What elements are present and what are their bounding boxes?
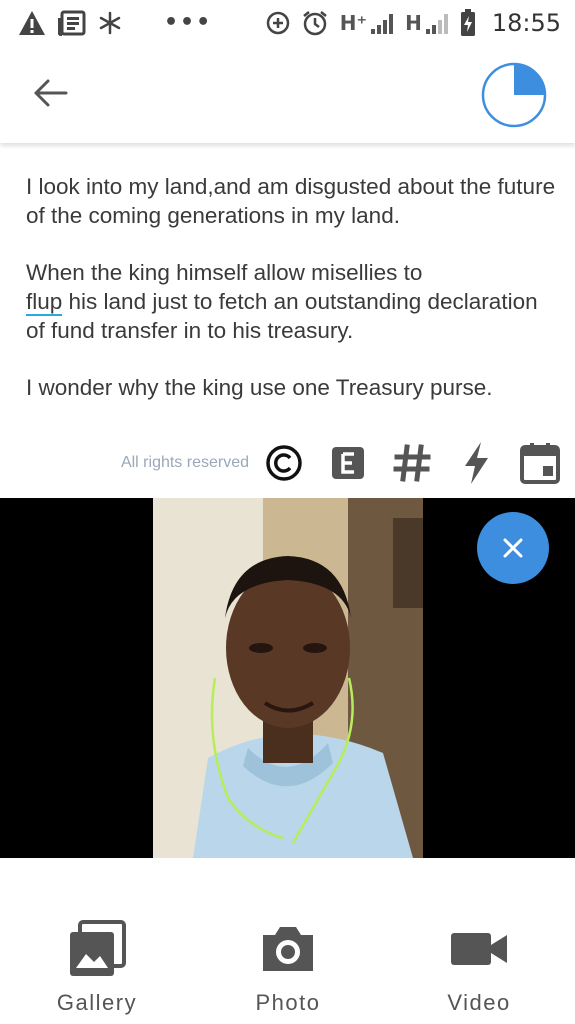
network-type-1: H⁺ [339, 10, 368, 35]
schedule-button[interactable] [519, 442, 561, 484]
spellcheck-word[interactable]: flup [26, 289, 63, 316]
flash-button[interactable] [455, 442, 497, 484]
network-type-2: H [405, 10, 422, 35]
video-button[interactable]: Video [404, 918, 554, 1024]
status-bar: ••• H⁺ H 18:55 [0, 0, 575, 45]
post-paragraph-2-rest: his land just to fetch an outstanding de… [26, 289, 538, 343]
progress-fill [514, 64, 545, 95]
calendar-icon [520, 443, 560, 484]
news-icon [58, 10, 86, 36]
media-source-bar: Gallery Photo Video [0, 918, 575, 1024]
video-label: Video [447, 990, 511, 1015]
status-bar-right: H⁺ H 18:55 [266, 8, 561, 37]
copyright-icon [266, 445, 302, 481]
post-paragraph-1: I look into my land,and am disgusted abo… [26, 174, 556, 228]
snowflake-icon [99, 11, 121, 34]
selfie-photo [153, 498, 423, 858]
clock: 18:55 [491, 8, 561, 37]
e-format-icon [332, 447, 364, 479]
data-saver-icon [266, 11, 290, 34]
hashtag-button[interactable] [391, 442, 433, 484]
copyright-button[interactable] [263, 442, 305, 484]
remove-media-button[interactable] [477, 512, 549, 584]
format-button[interactable] [327, 442, 369, 484]
status-bar-left: ••• [18, 10, 212, 36]
post-paragraph-3: I wonder why the king use one Treasury p… [26, 375, 493, 400]
arrow-left-icon[interactable] [30, 73, 70, 113]
app-header [0, 45, 575, 143]
hashtag-icon [393, 444, 431, 482]
gallery-button[interactable]: Gallery [22, 918, 172, 1024]
photo-label: Photo [255, 990, 321, 1015]
post-toolbar: All rights reserved [0, 438, 575, 488]
camera-icon [263, 927, 313, 971]
gallery-label: Gallery [56, 990, 138, 1015]
post-paragraph-2: When the king himself allow misellies to… [26, 258, 556, 345]
warning-icon [19, 10, 45, 35]
flash-icon [465, 442, 488, 484]
rights-label: All rights reserved [120, 454, 249, 471]
post-paragraph-2-start: When the king himself allow misellies to [26, 260, 423, 285]
gallery-icon [70, 920, 126, 976]
progress-indicator[interactable] [480, 61, 548, 129]
media-preview [0, 498, 575, 858]
signal-icon [371, 12, 394, 34]
more-icon: ••• [164, 10, 213, 35]
signal-icon [425, 12, 448, 34]
photo-button[interactable]: Photo [213, 918, 363, 1024]
person-illustration [153, 498, 423, 858]
video-camera-icon [451, 933, 507, 965]
alarm-icon [303, 10, 327, 35]
battery-charging-icon [460, 8, 475, 36]
close-icon [503, 538, 523, 558]
post-text[interactable]: I look into my land,and am disgusted abo… [26, 172, 556, 430]
